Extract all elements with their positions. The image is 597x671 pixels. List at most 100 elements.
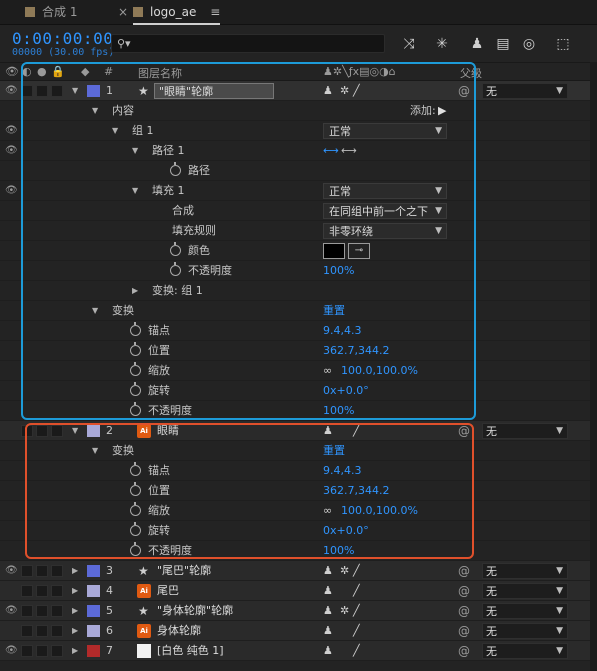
expand-triangle-icon[interactable]: ▼	[132, 141, 138, 161]
audio-switch[interactable]	[21, 585, 33, 597]
label-color-swatch[interactable]	[87, 85, 100, 97]
collapse-triangle-icon[interactable]: ▶	[72, 581, 78, 601]
property-row[interactable]: ▶ 变换: 组 1	[0, 281, 597, 301]
draft-3d-icon[interactable]: ✳	[433, 35, 451, 53]
audio-switch[interactable]	[21, 625, 33, 637]
stopwatch-icon[interactable]	[130, 501, 141, 521]
lock-switch[interactable]	[51, 605, 63, 617]
quality-switch-icon[interactable]: ╱	[353, 601, 360, 621]
property-value[interactable]: 100%	[323, 261, 354, 281]
property-row[interactable]: 锚点 9.4,4.3	[0, 321, 597, 341]
audio-switch[interactable]	[21, 425, 33, 437]
expand-triangle-icon[interactable]: ▼	[92, 101, 98, 121]
expand-triangle-icon[interactable]: ▼	[92, 441, 98, 461]
shy-switch-icon[interactable]: ♟	[323, 581, 333, 601]
property-row[interactable]: 缩放 ∞ 100.0,100.0%	[0, 501, 597, 521]
property-row[interactable]: 👁 ▼ 组 1 正常 ▼	[0, 121, 597, 141]
pick-whip-icon[interactable]: @	[458, 81, 470, 101]
property-row[interactable]: ▼ 变换 重置	[0, 301, 597, 321]
parent-dropdown[interactable]: 无 ▼	[482, 563, 568, 579]
pick-whip-icon[interactable]: @	[458, 601, 470, 621]
stopwatch-icon[interactable]	[130, 341, 141, 361]
quality-switch-icon[interactable]: ╱	[353, 621, 360, 641]
pick-whip-icon[interactable]: @	[458, 641, 470, 661]
stopwatch-icon[interactable]	[130, 521, 141, 541]
reset-link[interactable]: 重置	[323, 441, 345, 461]
solo-switch[interactable]	[36, 605, 48, 617]
parent-dropdown[interactable]: 无 ▼	[482, 643, 568, 659]
property-row[interactable]: ▼ 内容 添加: ▶	[0, 101, 597, 121]
lock-switch[interactable]	[51, 85, 63, 97]
label-color-swatch[interactable]	[87, 645, 100, 657]
layer-row[interactable]: 👁 ▶ 3 ★ "尾巴"轮廓 ♟ ✲ ╱ @ 无 ▼	[0, 561, 597, 581]
vertical-scrollbar[interactable]	[590, 62, 597, 671]
property-row[interactable]: 颜色 ⊸	[0, 241, 597, 261]
quality-switch-icon[interactable]: ╱	[353, 581, 360, 601]
eye-icon[interactable]: 👁	[5, 81, 18, 101]
collapse-switch-icon[interactable]: ✲	[340, 601, 349, 621]
property-row[interactable]: 👁 ▼ 路径 1 ⟷ ⟷	[0, 141, 597, 161]
property-value[interactable]: 100%	[323, 541, 354, 561]
collapse-triangle-icon[interactable]: ▶	[72, 601, 78, 621]
property-value[interactable]: 0x+0.0°	[323, 381, 369, 401]
layer-row[interactable]: ▶ 6 Ai 身体轮廓 ♟ ╱ @ 无 ▼	[0, 621, 597, 641]
layer-row[interactable]: ▶ 4 Ai 尾巴 ♟ ╱ @ 无 ▼	[0, 581, 597, 601]
property-row[interactable]: 旋转 0x+0.0°	[0, 381, 597, 401]
layer-name[interactable]: "眼睛"轮廓	[154, 83, 275, 99]
stopwatch-icon[interactable]	[170, 261, 181, 281]
composite-dropdown[interactable]: 在同组中前一个之下 ▼	[323, 203, 447, 219]
lock-switch[interactable]	[51, 565, 63, 577]
column-layer-name[interactable]: 图层名称	[138, 65, 182, 81]
layer-row[interactable]: 👁 ▶ 7 [白色 纯色 1] ♟ ╱ @ 无 ▼	[0, 641, 597, 661]
label-color-swatch[interactable]	[87, 625, 100, 637]
blend-mode-dropdown[interactable]: 正常 ▼	[323, 183, 447, 199]
shy-switch-icon[interactable]: ♟	[323, 601, 333, 621]
quality-switch-icon[interactable]: ╱	[353, 561, 360, 581]
expand-triangle-icon[interactable]: ▼	[132, 181, 138, 201]
stopwatch-icon[interactable]	[130, 381, 141, 401]
eye-icon[interactable]: 👁	[5, 141, 18, 161]
solo-switch[interactable]	[36, 85, 48, 97]
fill-rule-dropdown[interactable]: 非零环绕 ▼	[323, 223, 447, 239]
layer-name[interactable]: 尾巴	[157, 581, 179, 601]
eye-icon[interactable]: 👁	[5, 641, 18, 661]
layer-name[interactable]: 眼睛	[157, 421, 179, 441]
solo-switch[interactable]	[36, 645, 48, 657]
comp-flowchart-icon[interactable]: ⤨	[400, 35, 418, 53]
stopwatch-icon[interactable]	[130, 401, 141, 421]
reset-link[interactable]: 重置	[323, 301, 345, 321]
property-value[interactable]: 362.7,344.2	[323, 341, 389, 361]
stopwatch-icon[interactable]	[130, 361, 141, 381]
layer-search-input[interactable]: ⚲▾	[111, 34, 385, 53]
pick-whip-icon[interactable]: @	[458, 421, 470, 441]
property-value[interactable]: 0x+0.0°	[323, 521, 369, 541]
lock-switch[interactable]	[51, 625, 63, 637]
property-value[interactable]: 362.7,344.2	[323, 481, 389, 501]
quality-switch-icon[interactable]: ╱	[353, 421, 360, 441]
expand-triangle-icon[interactable]: ▼	[72, 421, 78, 441]
constrain-proportions-icon[interactable]: ∞	[323, 501, 332, 521]
path-direction-icon[interactable]: ⟷	[323, 141, 339, 161]
stopwatch-icon[interactable]	[130, 321, 141, 341]
label-color-swatch[interactable]	[87, 565, 100, 577]
layer-name[interactable]: "尾巴"轮廓	[157, 561, 211, 581]
parent-dropdown[interactable]: 无 ▼	[482, 83, 568, 99]
label-color-swatch[interactable]	[87, 425, 100, 437]
parent-dropdown[interactable]: 无 ▼	[482, 603, 568, 619]
quality-switch-icon[interactable]: ╱	[353, 81, 360, 101]
eyedropper-icon[interactable]: ⊸	[348, 243, 370, 259]
graph-editor-icon[interactable]: ⬚	[554, 35, 572, 53]
eye-icon[interactable]: 👁	[5, 561, 18, 581]
property-row[interactable]: 不透明度 100%	[0, 401, 597, 421]
property-row[interactable]: 锚点 9.4,4.3	[0, 461, 597, 481]
property-row[interactable]: 位置 362.7,344.2	[0, 481, 597, 501]
property-value[interactable]: 100.0,100.0%	[341, 361, 418, 381]
property-row[interactable]: 旋转 0x+0.0°	[0, 521, 597, 541]
layer-row[interactable]: 👁 ▶ 5 ★ "身体轮廓"轮廓 ♟ ✲ ╱ @ 无 ▼	[0, 601, 597, 621]
layer-name[interactable]: [白色 纯色 1]	[157, 641, 224, 661]
layer-name[interactable]: 身体轮廓	[157, 621, 201, 641]
collapse-triangle-icon[interactable]: ▶	[72, 561, 78, 581]
property-row[interactable]: 缩放 ∞ 100.0,100.0%	[0, 361, 597, 381]
solo-switch[interactable]	[36, 425, 48, 437]
shy-layers-icon[interactable]: ♟	[468, 35, 486, 53]
